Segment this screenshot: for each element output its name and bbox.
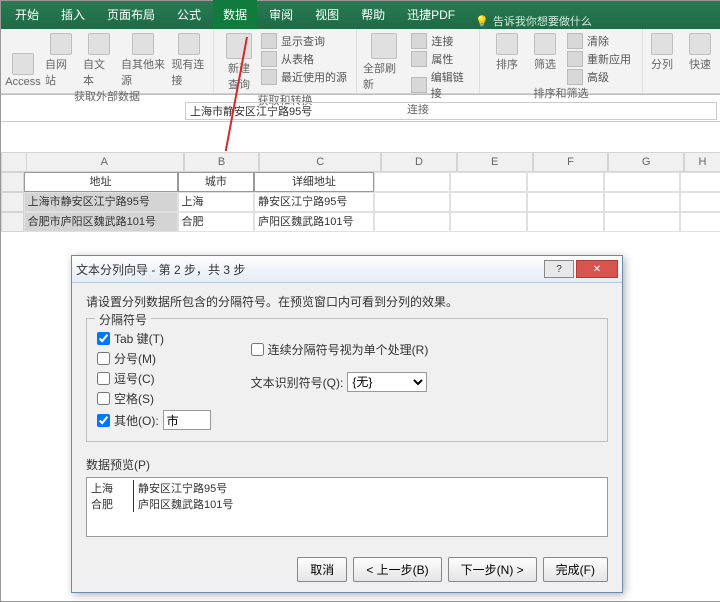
next-button[interactable]: 下一步(N) > bbox=[448, 557, 537, 582]
cell[interactable]: 城市 bbox=[178, 172, 255, 192]
row-header[interactable] bbox=[1, 192, 24, 212]
help-button[interactable]: ? bbox=[544, 260, 574, 278]
dialog-instruction: 请设置分列数据所包含的分隔符号。在预览窗口内可看到分列的效果。 bbox=[86, 293, 608, 310]
filter-button[interactable]: 筛选 bbox=[529, 33, 561, 72]
tab-insert[interactable]: 插入 bbox=[51, 0, 95, 29]
other-delimiter-input[interactable] bbox=[163, 410, 211, 430]
connections-button[interactable]: 连接 bbox=[411, 33, 473, 49]
dialog-title: 文本分列向导 - 第 2 步，共 3 步 bbox=[76, 261, 245, 278]
cancel-button[interactable]: 取消 bbox=[297, 557, 347, 582]
cell[interactable]: 详细地址 bbox=[254, 172, 374, 192]
delimiters-legend: 分隔符号 bbox=[95, 311, 151, 328]
tell-me-label: 告诉我你想要做什么 bbox=[493, 13, 592, 29]
properties-button[interactable]: 属性 bbox=[411, 51, 473, 67]
finish-button[interactable]: 完成(F) bbox=[543, 557, 608, 582]
col-header[interactable]: E bbox=[457, 152, 533, 172]
col-header[interactable]: H bbox=[684, 152, 720, 172]
tab-help[interactable]: 帮助 bbox=[351, 0, 395, 29]
formula-input[interactable]: 上海市静安区江宁路95号 bbox=[185, 102, 717, 120]
select-all-corner[interactable] bbox=[1, 152, 27, 172]
col-header[interactable]: B bbox=[184, 152, 260, 172]
close-button[interactable]: ✕ bbox=[576, 260, 618, 278]
group-label-sortfilter: 排序和筛选 bbox=[534, 85, 589, 103]
col-header[interactable]: G bbox=[608, 152, 684, 172]
from-access-button[interactable]: Access bbox=[7, 53, 39, 88]
space-checkbox[interactable]: 空格(S) bbox=[97, 390, 211, 407]
tab-home[interactable]: 开始 bbox=[5, 0, 49, 29]
cell[interactable]: 地址 bbox=[24, 172, 178, 192]
col-header[interactable]: D bbox=[381, 152, 457, 172]
col-header[interactable]: C bbox=[259, 152, 381, 172]
tab-formulas[interactable]: 公式 bbox=[167, 0, 211, 29]
tell-me[interactable]: 💡 告诉我你想要做什么 bbox=[475, 13, 592, 29]
other-checkbox[interactable]: 其他(O): bbox=[97, 410, 211, 430]
existing-conn-button[interactable]: 现有连接 bbox=[171, 33, 207, 88]
edit-links-button[interactable]: 编辑链接 bbox=[411, 69, 473, 101]
reapply-button[interactable]: 重新应用 bbox=[567, 51, 631, 67]
cell[interactable]: 合肥市庐阳区魏武路101号 bbox=[24, 212, 178, 232]
recent-sources-button[interactable]: 最近使用的源 bbox=[261, 69, 347, 85]
from-web-button[interactable]: 自网站 bbox=[45, 33, 77, 88]
advanced-button[interactable]: 高级 bbox=[567, 69, 631, 85]
text-qualifier-select[interactable]: {无} bbox=[347, 372, 427, 392]
sort-button[interactable]: 排序 bbox=[491, 33, 523, 72]
ribbon-tabbar: 开始 插入 页面布局 公式 数据 审阅 视图 帮助 迅捷PDF 💡 告诉我你想要… bbox=[1, 1, 720, 29]
show-queries-button[interactable]: 显示查询 bbox=[261, 33, 347, 49]
cell[interactable]: 上海市静安区江宁路95号 bbox=[24, 192, 178, 212]
group-label-external: 获取外部数据 bbox=[74, 88, 140, 106]
from-table-button[interactable]: 从表格 bbox=[261, 51, 347, 67]
flash-fill-button[interactable]: 快速 bbox=[684, 33, 716, 72]
data-preview: 上海静安区江宁路95号 合肥庐阳区魏武路101号 bbox=[86, 477, 608, 537]
row-header[interactable] bbox=[1, 212, 24, 232]
consecutive-checkbox[interactable]: 连续分隔符号视为单个处理(R) bbox=[251, 341, 429, 358]
cell[interactable]: 庐阳区魏武路101号 bbox=[254, 212, 374, 232]
new-query-button[interactable]: 新建 查询 bbox=[223, 33, 255, 92]
row-header[interactable] bbox=[1, 172, 24, 192]
preview-label: 数据预览(P) bbox=[86, 456, 608, 473]
comma-checkbox[interactable]: 逗号(C) bbox=[97, 370, 211, 387]
lightbulb-icon: 💡 bbox=[475, 15, 489, 28]
back-button[interactable]: < 上一步(B) bbox=[353, 557, 441, 582]
ribbon: Access 自网站 自文本 自其他来源 现有连接 获取外部数据 新建 查询 显… bbox=[1, 29, 720, 94]
col-header[interactable]: F bbox=[533, 152, 609, 172]
tab-checkbox[interactable]: Tab 键(T) bbox=[97, 330, 211, 347]
tab-data[interactable]: 数据 bbox=[213, 0, 257, 29]
cell[interactable]: 上海 bbox=[178, 192, 255, 212]
cell[interactable]: 静安区江宁路95号 bbox=[254, 192, 374, 212]
tab-pdf[interactable]: 迅捷PDF bbox=[397, 0, 465, 29]
semicolon-checkbox[interactable]: 分号(M) bbox=[97, 350, 211, 367]
text-qualifier-label: 文本识别符号(Q): bbox=[251, 374, 344, 391]
from-text-button[interactable]: 自文本 bbox=[83, 33, 115, 88]
tab-pagelayout[interactable]: 页面布局 bbox=[97, 0, 165, 29]
refresh-all-button[interactable]: 全部刷新 bbox=[363, 33, 405, 92]
tab-view[interactable]: 视图 bbox=[305, 0, 349, 29]
clear-filter-button[interactable]: 清除 bbox=[567, 33, 631, 49]
cell[interactable]: 合肥 bbox=[178, 212, 255, 232]
tab-review[interactable]: 审阅 bbox=[259, 0, 303, 29]
from-other-button[interactable]: 自其他来源 bbox=[121, 33, 165, 88]
col-header[interactable]: A bbox=[25, 152, 184, 172]
worksheet[interactable]: A B C D E F G H 地址 城市 详细地址 上海市静安区江宁路95号 … bbox=[1, 152, 720, 232]
text-to-columns-dialog: 文本分列向导 - 第 2 步，共 3 步 ? ✕ 请设置分列数据所包含的分隔符号… bbox=[71, 255, 623, 593]
text-to-columns-button[interactable]: 分列 bbox=[646, 33, 678, 72]
